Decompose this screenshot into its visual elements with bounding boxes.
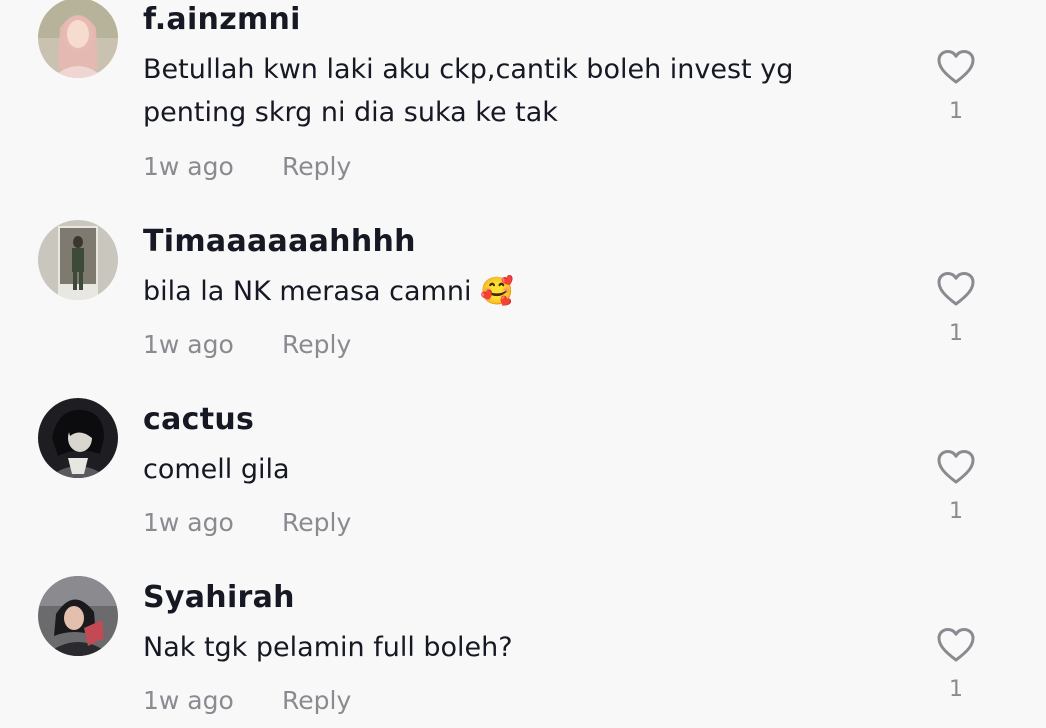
comment-timestamp: 1w ago [143, 686, 234, 715]
comment-username[interactable]: Syahirah [143, 580, 295, 615]
avatar[interactable] [38, 0, 118, 78]
comment-text: bila la NK merasa camni 🥰 [143, 270, 843, 313]
avatar[interactable] [38, 220, 118, 300]
like-count: 1 [949, 499, 963, 524]
comment-text: Nak tgk pelamin full boleh? [143, 632, 513, 663]
comment-timestamp: 1w ago [143, 330, 234, 359]
comment-meta: 1w ago Reply [143, 686, 351, 715]
heart-outline-icon [937, 50, 975, 84]
heart-outline-icon [937, 450, 975, 484]
like-count: 1 [949, 99, 963, 124]
comment-meta: 1w ago Reply [143, 152, 351, 181]
avatar[interactable] [38, 398, 118, 478]
comment-timestamp: 1w ago [143, 152, 234, 181]
like-button[interactable] [936, 49, 976, 85]
reply-button[interactable]: Reply [282, 508, 351, 537]
comment-text: Betullah kwn laki aku ckp,cantik boleh i… [143, 54, 794, 128]
heart-outline-icon [937, 628, 975, 662]
reply-button[interactable]: Reply [282, 152, 351, 181]
comment-text-content: bila la NK merasa camni 🥰 [143, 276, 514, 307]
like-button[interactable] [936, 271, 976, 307]
comment-meta: 1w ago Reply [143, 508, 351, 537]
comment-meta: 1w ago Reply [143, 330, 351, 359]
comment-text: comell gila [143, 454, 290, 485]
reply-button[interactable]: Reply [282, 686, 351, 715]
avatar[interactable] [38, 576, 118, 656]
reply-button[interactable]: Reply [282, 330, 351, 359]
like-button[interactable] [936, 449, 976, 485]
heart-outline-icon [937, 272, 975, 306]
comment-timestamp: 1w ago [143, 508, 234, 537]
like-button[interactable] [936, 627, 976, 663]
comment-username[interactable]: f.ainzmni [143, 2, 301, 37]
comment-username[interactable]: Timaaaaaahhhh [143, 224, 416, 259]
like-count: 1 [949, 677, 963, 702]
like-count: 1 [949, 321, 963, 346]
comment-username[interactable]: cactus [143, 402, 254, 437]
